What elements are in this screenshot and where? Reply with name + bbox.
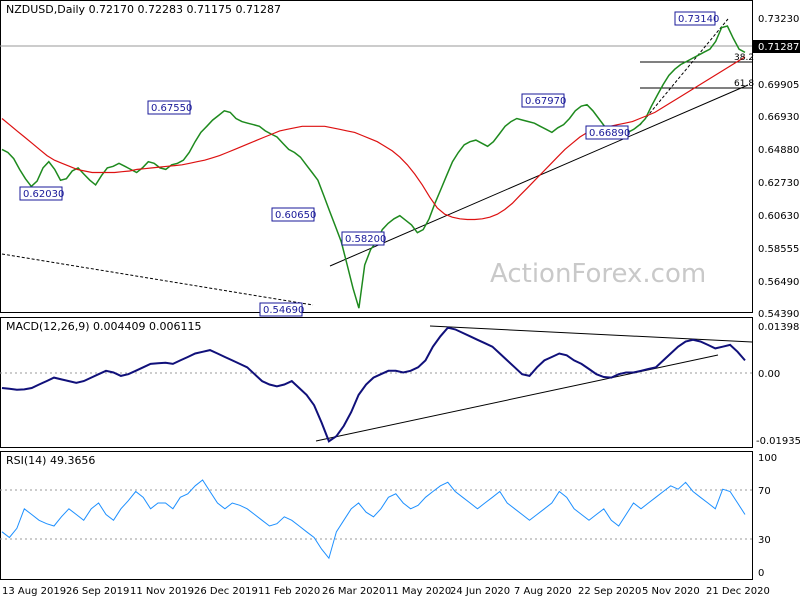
level-label-0.58200: 0.58200 bbox=[341, 231, 386, 246]
x-axis: 13 Aug 2019 26 Sep 2019 11 Nov 2019 26 D… bbox=[2, 586, 770, 597]
rsi-panel-title: RSI(14) 49.3656 bbox=[6, 454, 95, 467]
price-y-tick: 0.54390 bbox=[758, 309, 799, 320]
macd-series-line bbox=[1, 326, 746, 443]
x-tick: 22 Sep 2020 bbox=[578, 586, 641, 597]
rsi-series-line bbox=[1, 479, 746, 560]
rsi-y-tick: 70 bbox=[758, 486, 771, 497]
x-tick: 26 Mar 2020 bbox=[322, 586, 385, 597]
price-y-tick: 0.64880 bbox=[758, 145, 799, 156]
rsi-panel-frame bbox=[0, 451, 753, 580]
watermark: ActionForex.com bbox=[490, 259, 706, 289]
level-label-0.62030: 0.62030 bbox=[19, 186, 64, 201]
level-label-0.60650: 0.60650 bbox=[271, 207, 316, 222]
x-tick: 26 Dec 2019 bbox=[194, 586, 258, 597]
x-tick: 5 Nov 2020 bbox=[642, 586, 700, 597]
current-price-badge: 0.71287 bbox=[753, 40, 800, 53]
x-tick: 21 Dec 2020 bbox=[706, 586, 770, 597]
projection-dashed-line bbox=[639, 18, 729, 126]
price-y-tick: 0.69905 bbox=[758, 80, 799, 91]
rsi-y-axis: 100 70 30 0 bbox=[758, 453, 777, 579]
svg-text:0.60650: 0.60650 bbox=[275, 210, 316, 221]
macd-y-tick: 0.00 bbox=[758, 369, 780, 380]
x-tick: 24 Jun 2020 bbox=[450, 586, 510, 597]
x-tick: 11 May 2020 bbox=[386, 586, 451, 597]
x-tick: 11 Feb 2020 bbox=[258, 586, 320, 597]
level-label-0.73140: 0.73140 bbox=[674, 11, 719, 26]
rsi-y-tick: 100 bbox=[758, 453, 777, 464]
price-y-tick: 0.66930 bbox=[758, 112, 799, 123]
fib-38-label: 38.2 bbox=[734, 53, 754, 63]
x-tick: 13 Aug 2019 bbox=[2, 586, 66, 597]
svg-text:0.54690: 0.54690 bbox=[263, 305, 304, 316]
price-y-tick: 0.58555 bbox=[758, 244, 799, 255]
rsi-y-tick: 0 bbox=[758, 568, 764, 579]
x-tick: 11 Nov 2019 bbox=[130, 586, 194, 597]
level-label-0.67550: 0.67550 bbox=[147, 100, 192, 115]
svg-text:0.66890: 0.66890 bbox=[589, 128, 630, 139]
chart-canvas: ActionForex.com 0.73140 0.67550 0.67970 … bbox=[0, 0, 800, 597]
macd-y-tick: -0.019352 bbox=[756, 436, 800, 447]
x-tick: 26 Sep 2019 bbox=[66, 586, 129, 597]
long-dotted-trendline bbox=[1, 253, 314, 306]
level-label-0.67970: 0.67970 bbox=[521, 93, 566, 108]
macd-y-tick: 0.01398 bbox=[758, 322, 799, 333]
price-y-tick: 0.73230 bbox=[758, 14, 799, 25]
svg-text:0.73140: 0.73140 bbox=[678, 14, 719, 25]
svg-text:0.71287: 0.71287 bbox=[758, 42, 799, 53]
price-y-axis: 0.73230 0.69905 0.66930 0.64880 0.62730 … bbox=[758, 14, 799, 320]
macd-lower-trendline bbox=[315, 354, 719, 442]
macd-y-axis: 0.01398 0.00 -0.019352 bbox=[756, 322, 800, 447]
svg-text:0.67970: 0.67970 bbox=[525, 96, 566, 107]
level-label-0.66890: 0.66890 bbox=[585, 125, 630, 140]
svg-text:0.62030: 0.62030 bbox=[23, 189, 64, 200]
svg-text:0.67550: 0.67550 bbox=[151, 103, 192, 114]
moving-average-line bbox=[1, 56, 746, 221]
price-y-tick: 0.60630 bbox=[758, 211, 799, 222]
macd-panel-title: MACD(12,26,9) 0.004409 0.006115 bbox=[6, 320, 202, 333]
price-panel-title: NZDUSD,Daily 0.72170 0.72283 0.71175 0.7… bbox=[6, 3, 281, 16]
svg-text:0.58200: 0.58200 bbox=[345, 234, 386, 245]
level-label-0.54690: 0.54690 bbox=[259, 302, 304, 317]
price-y-tick: 0.62730 bbox=[758, 178, 799, 189]
fib-61-label: 61.8 bbox=[734, 79, 754, 89]
rsi-y-tick: 30 bbox=[758, 535, 771, 546]
x-tick: 7 Aug 2020 bbox=[514, 586, 572, 597]
price-y-tick: 0.56490 bbox=[758, 277, 799, 288]
